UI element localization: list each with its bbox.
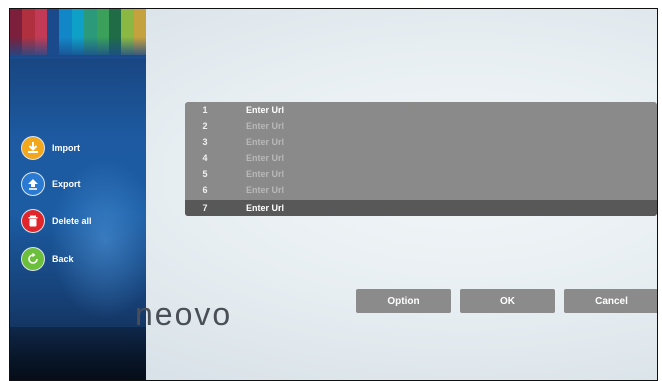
back-button[interactable]: Back [22,247,74,271]
url-row-6[interactable]: 6 Enter Url [185,182,657,198]
url-row-4[interactable]: 4 Enter Url [185,150,657,166]
url-row-text: Enter Url [246,203,285,213]
upload-icon [22,173,44,195]
url-row-number: 3 [202,137,208,147]
url-row-text: Enter Url [246,153,285,163]
url-row-2[interactable]: 2 Enter Url [185,118,657,134]
delete-all-label: Delete all [52,216,92,226]
back-label: Back [52,254,74,264]
export-label: Export [52,179,81,189]
back-arrow-icon [22,248,44,270]
cancel-button[interactable]: Cancel [564,289,657,313]
url-row-text: Enter Url [246,105,285,115]
url-row-number: 7 [202,203,208,213]
url-list: 1 Enter Url 2 Enter Url 3 Enter Url 4 En… [185,102,657,216]
url-row-5[interactable]: 5 Enter Url [185,166,657,182]
url-row-7[interactable]: 7 Enter Url [185,200,657,216]
url-row-number: 6 [202,185,208,195]
export-button[interactable]: Export [22,172,81,196]
sidebar-shadow [10,327,146,380]
option-button[interactable]: Option [356,289,451,313]
url-row-number: 1 [202,105,208,115]
url-row-1[interactable]: 1 Enter Url [185,102,657,118]
url-row-number: 5 [202,169,208,179]
download-icon [22,137,44,159]
neovo-logo: neovo [135,296,233,332]
import-button[interactable]: Import [22,136,80,160]
url-row-text: Enter Url [246,121,285,131]
sidebar: Import Export Delete all Back [10,9,146,380]
stripes-fade [10,37,146,59]
ok-button[interactable]: OK [460,289,555,313]
url-row-text: Enter Url [246,185,285,195]
url-row-3[interactable]: 3 Enter Url [185,134,657,150]
screen: Import Export Delete all Back 1 Enter Ur… [9,8,658,381]
url-row-number: 2 [202,121,208,131]
delete-all-button[interactable]: Delete all [22,209,92,233]
import-label: Import [52,143,80,153]
trash-icon [22,210,44,232]
url-row-text: Enter Url [246,137,285,147]
url-row-text: Enter Url [246,169,285,179]
url-row-number: 4 [202,153,208,163]
